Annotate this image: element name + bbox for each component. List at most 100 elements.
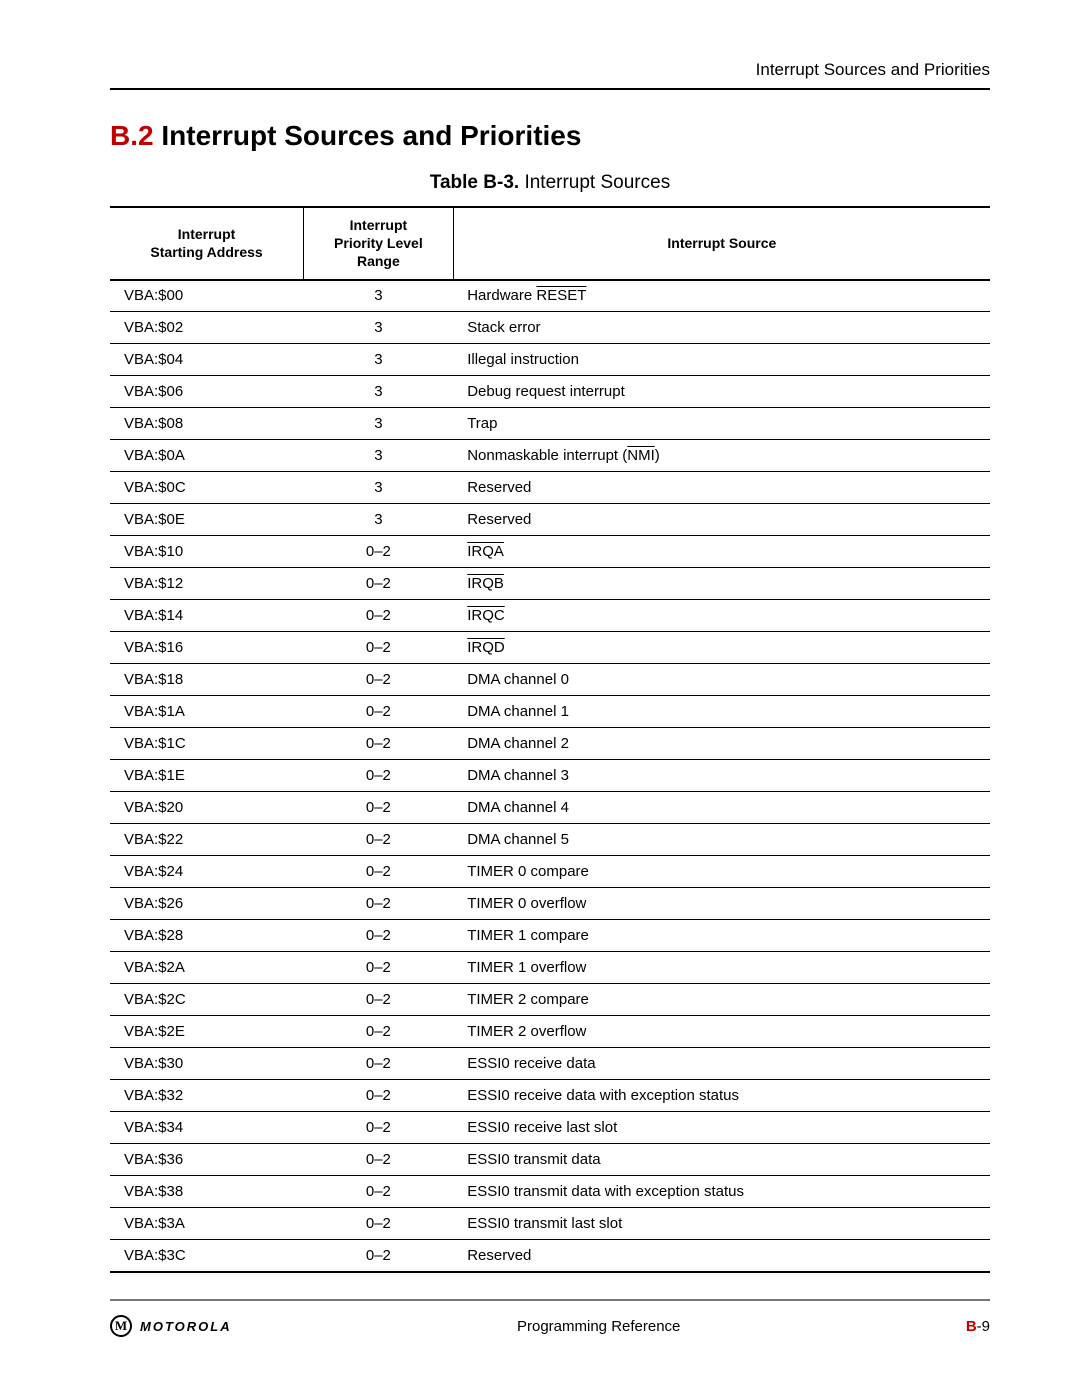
cell-priority: 0–2 xyxy=(304,792,454,824)
table-caption: Table B-3. Interrupt Sources xyxy=(110,172,990,194)
cell-address: VBA:$04 xyxy=(110,344,304,376)
col-header-source: Interrupt Source xyxy=(453,207,990,280)
cell-priority: 0–2 xyxy=(304,1176,454,1208)
section-number: B.2 xyxy=(110,120,154,151)
table-row: VBA:$260–2TIMER 0 overflow xyxy=(110,888,990,920)
section-heading: B.2 Interrupt Sources and Priorities xyxy=(110,120,990,152)
cell-address: VBA:$0E xyxy=(110,504,304,536)
cell-source: Illegal instruction xyxy=(453,344,990,376)
cell-address: VBA:$3C xyxy=(110,1240,304,1272)
cell-priority: 0–2 xyxy=(304,952,454,984)
cell-address: VBA:$06 xyxy=(110,376,304,408)
cell-source: DMA channel 2 xyxy=(453,728,990,760)
cell-priority: 3 xyxy=(304,408,454,440)
cell-address: VBA:$12 xyxy=(110,568,304,600)
cell-priority: 3 xyxy=(304,472,454,504)
cell-priority: 0–2 xyxy=(304,888,454,920)
cell-source: Reserved xyxy=(453,1240,990,1272)
overline-signal: RESET xyxy=(536,287,586,304)
cell-priority: 0–2 xyxy=(304,632,454,664)
footer-title: Programming Reference xyxy=(232,1318,966,1335)
table-row: VBA:$380–2ESSI0 transmit data with excep… xyxy=(110,1176,990,1208)
cell-source: ESSI0 transmit data xyxy=(453,1144,990,1176)
cell-source: TIMER 2 overflow xyxy=(453,1016,990,1048)
cell-priority: 0–2 xyxy=(304,600,454,632)
cell-source: IRQD xyxy=(453,632,990,664)
cell-address: VBA:$38 xyxy=(110,1176,304,1208)
cell-source: DMA channel 5 xyxy=(453,824,990,856)
table-row: VBA:$220–2DMA channel 5 xyxy=(110,824,990,856)
cell-source: Stack error xyxy=(453,312,990,344)
cell-source: TIMER 0 overflow xyxy=(453,888,990,920)
table-caption-label: Table B-3. xyxy=(430,172,519,193)
cell-address: VBA:$3A xyxy=(110,1208,304,1240)
cell-address: VBA:$1A xyxy=(110,696,304,728)
cell-address: VBA:$1E xyxy=(110,760,304,792)
cell-address: VBA:$20 xyxy=(110,792,304,824)
cell-source: Trap xyxy=(453,408,990,440)
table-row: VBA:$3C0–2Reserved xyxy=(110,1240,990,1272)
table-row: VBA:$180–2DMA channel 0 xyxy=(110,664,990,696)
cell-source: TIMER 1 compare xyxy=(453,920,990,952)
table-row: VBA:$160–2IRQD xyxy=(110,632,990,664)
table-row: VBA:$360–2ESSI0 transmit data xyxy=(110,1144,990,1176)
footer-brand: M MOTOROLA xyxy=(110,1315,232,1337)
cell-priority: 0–2 xyxy=(304,984,454,1016)
cell-priority: 0–2 xyxy=(304,696,454,728)
table-row: VBA:$2A0–2TIMER 1 overflow xyxy=(110,952,990,984)
table-row: VBA:$340–2ESSI0 receive last slot xyxy=(110,1112,990,1144)
cell-source: ESSI0 transmit data with exception statu… xyxy=(453,1176,990,1208)
cell-priority: 0–2 xyxy=(304,856,454,888)
cell-address: VBA:$1C xyxy=(110,728,304,760)
table-row: VBA:$140–2IRQC xyxy=(110,600,990,632)
cell-priority: 0–2 xyxy=(304,1240,454,1272)
cell-priority: 3 xyxy=(304,344,454,376)
cell-address: VBA:$34 xyxy=(110,1112,304,1144)
cell-priority: 0–2 xyxy=(304,664,454,696)
cell-address: VBA:$18 xyxy=(110,664,304,696)
table-row: VBA:$1C0–2DMA channel 2 xyxy=(110,728,990,760)
table-row: VBA:$320–2ESSI0 receive data with except… xyxy=(110,1080,990,1112)
cell-source: ESSI0 transmit last slot xyxy=(453,1208,990,1240)
cell-address: VBA:$26 xyxy=(110,888,304,920)
table-row: VBA:$3A0–2ESSI0 transmit last slot xyxy=(110,1208,990,1240)
cell-source: TIMER 1 overflow xyxy=(453,952,990,984)
table-body: VBA:$003Hardware RESETVBA:$023Stack erro… xyxy=(110,280,990,1272)
table-row: VBA:$023Stack error xyxy=(110,312,990,344)
cell-source: Debug request interrupt xyxy=(453,376,990,408)
cell-address: VBA:$0C xyxy=(110,472,304,504)
table-caption-title: Interrupt Sources xyxy=(519,172,670,193)
cell-priority: 0–2 xyxy=(304,1016,454,1048)
cell-priority: 0–2 xyxy=(304,824,454,856)
table-row: VBA:$043Illegal instruction xyxy=(110,344,990,376)
cell-priority: 0–2 xyxy=(304,1208,454,1240)
cell-priority: 0–2 xyxy=(304,1080,454,1112)
cell-priority: 0–2 xyxy=(304,1112,454,1144)
motorola-logo-icon: M xyxy=(110,1315,132,1337)
cell-source: IRQB xyxy=(453,568,990,600)
overline-signal: NMI xyxy=(627,447,655,464)
cell-priority: 0–2 xyxy=(304,920,454,952)
cell-address: VBA:$0A xyxy=(110,440,304,472)
page-number: B-9 xyxy=(966,1318,990,1335)
cell-priority: 0–2 xyxy=(304,568,454,600)
table-row: VBA:$2C0–2TIMER 2 compare xyxy=(110,984,990,1016)
cell-address: VBA:$22 xyxy=(110,824,304,856)
cell-priority: 0–2 xyxy=(304,1048,454,1080)
cell-source: DMA channel 4 xyxy=(453,792,990,824)
cell-address: VBA:$32 xyxy=(110,1080,304,1112)
table-row: VBA:$1A0–2DMA channel 1 xyxy=(110,696,990,728)
brand-wordmark: MOTOROLA xyxy=(140,1319,232,1334)
cell-priority: 3 xyxy=(304,280,454,312)
cell-source: Reserved xyxy=(453,472,990,504)
table-row: VBA:$120–2IRQB xyxy=(110,568,990,600)
header-rule xyxy=(110,88,990,90)
interrupt-sources-table: Interrupt Starting Address Interrupt Pri… xyxy=(110,206,990,1273)
cell-address: VBA:$00 xyxy=(110,280,304,312)
cell-source: ESSI0 receive data with exception status xyxy=(453,1080,990,1112)
table-row: VBA:$300–2ESSI0 receive data xyxy=(110,1048,990,1080)
cell-address: VBA:$14 xyxy=(110,600,304,632)
table-row: VBA:$0A3Nonmaskable interrupt (NMI) xyxy=(110,440,990,472)
cell-source: DMA channel 1 xyxy=(453,696,990,728)
table-row: VBA:$0C3Reserved xyxy=(110,472,990,504)
